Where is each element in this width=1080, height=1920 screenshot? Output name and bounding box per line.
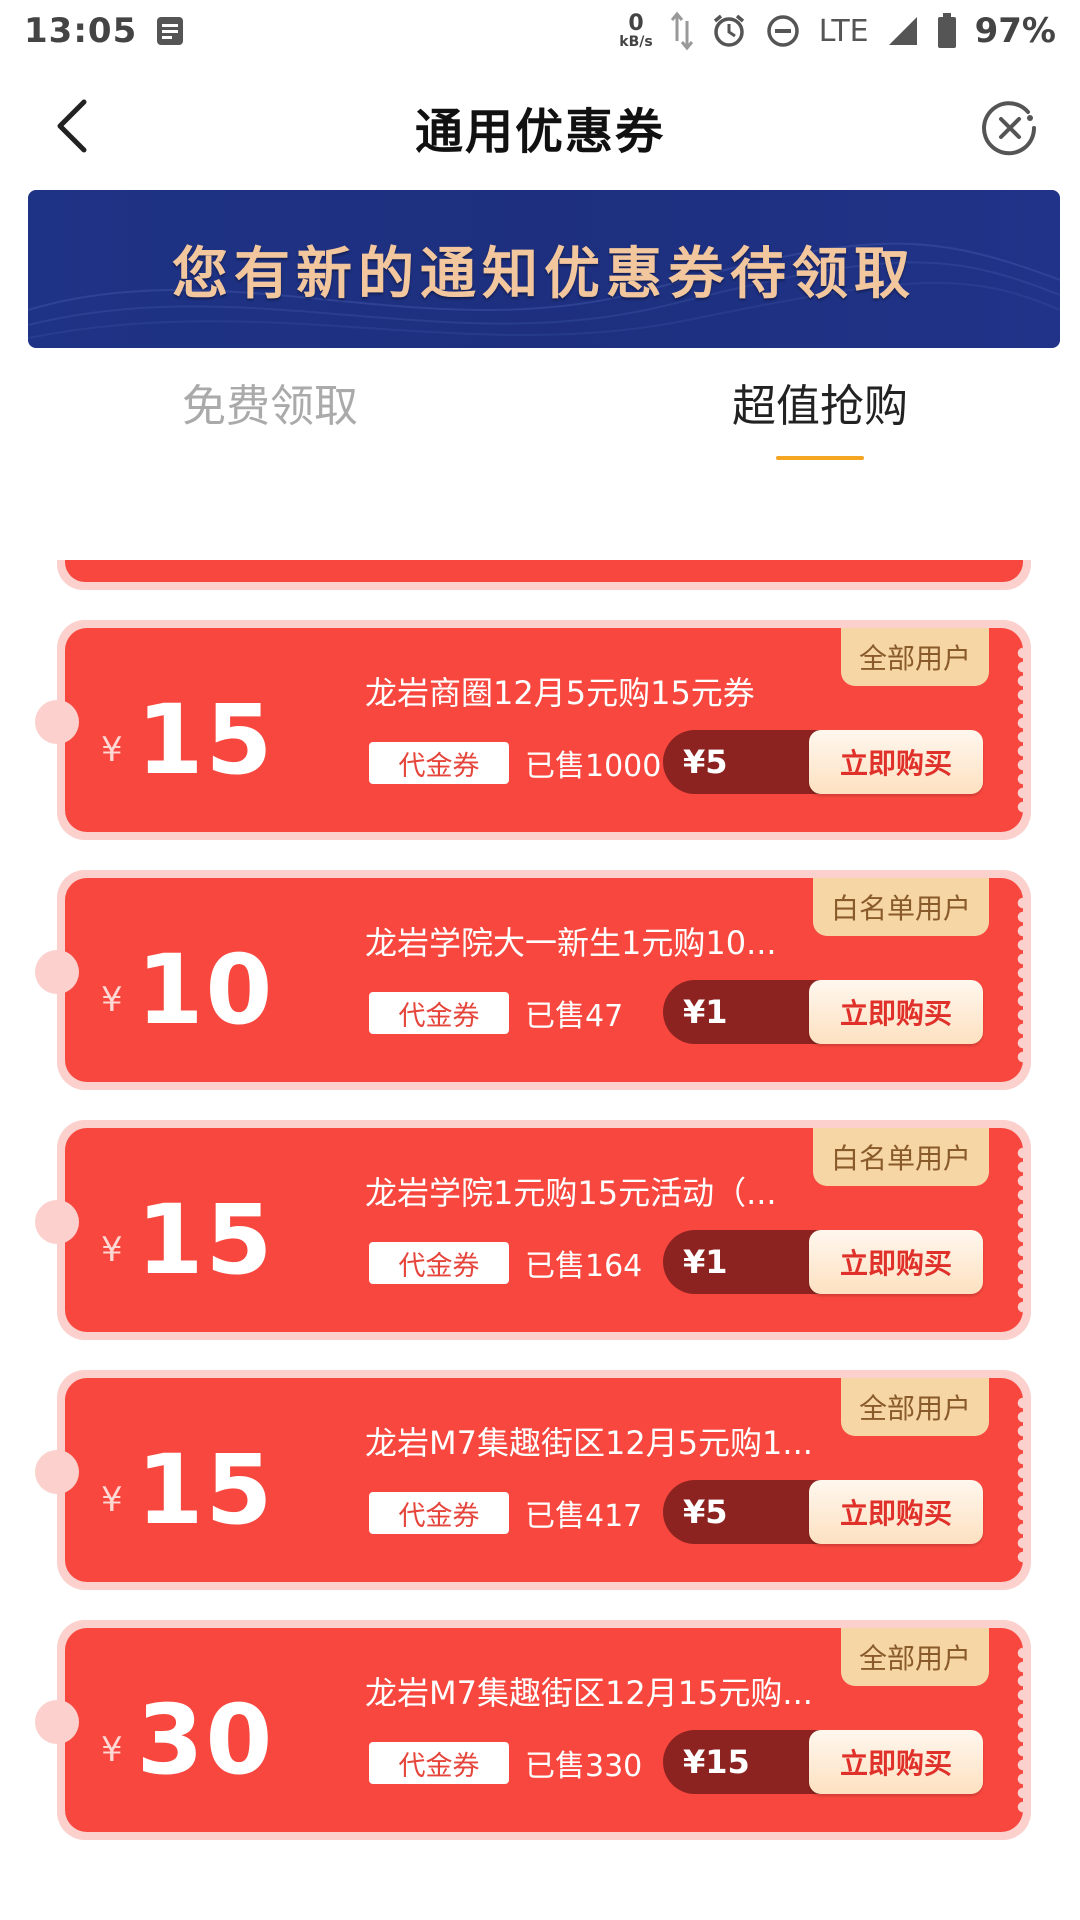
price-value: ¥15: [683, 1743, 750, 1781]
coupon-notch: [35, 700, 79, 744]
close-icon: [982, 101, 1037, 156]
coupon-card-body: 全部用户 ¥ 15 龙岩商圈12月5元购15元券 代金券 已售1000 ¥5 立…: [65, 628, 1023, 832]
currency-symbol: ¥: [101, 1480, 123, 1520]
buy-now-button[interactable]: 立即购买: [809, 980, 983, 1044]
scallop-edge: [1013, 1646, 1023, 1814]
alarm-icon: [711, 13, 747, 49]
coupon-notch: [35, 950, 79, 994]
coupon-amount: ¥ 15: [101, 1178, 274, 1288]
price-pill: ¥5 立即购买: [663, 1480, 983, 1544]
coupon-card-body: 全部用户 ¥ 15 龙岩M7集趣街区12月5元购1... 代金券 已售417 ¥…: [65, 1378, 1023, 1582]
coupon-amount: ¥ 15: [101, 1428, 274, 1538]
amount-value: 15: [136, 684, 275, 796]
coupon-title: 龙岩学院1元购15元活动（...: [365, 1174, 777, 1212]
back-arrow-icon: [57, 99, 87, 153]
price-value: ¥5: [683, 743, 728, 781]
amount-value: 10: [136, 934, 275, 1046]
banner-text: 您有新的通知优惠券待领取: [172, 240, 916, 307]
coupon-amount: ¥ 15: [101, 678, 274, 788]
coupon-type-badge: 代金券: [369, 1492, 509, 1534]
status-left: 13:05: [24, 11, 185, 51]
coupon-card-body: 白名单用户 ¥ 10 龙岩学院大一新生1元购10... 代金券 已售47 ¥1 …: [65, 878, 1023, 1082]
price-value: ¥1: [683, 993, 728, 1031]
notification-banner[interactable]: 您有新的通知优惠券待领取: [28, 190, 1060, 348]
currency-symbol: ¥: [101, 730, 123, 770]
scallop-edge: [1013, 896, 1023, 1064]
currency-symbol: ¥: [101, 1730, 123, 1770]
coupon-card-partial-body: [65, 560, 1023, 582]
sold-count: 已售330: [525, 1749, 643, 1784]
status-right: 0 kB/s LTE 97%: [619, 11, 1056, 51]
coupon-card-body: 白名单用户 ¥ 15 龙岩学院1元购15元活动（... 代金券 已售164 ¥1…: [65, 1128, 1023, 1332]
price-pill: ¥5 立即购买: [663, 730, 983, 794]
net-speed-value: 0: [628, 11, 644, 36]
signal-icon: [887, 15, 919, 47]
tab-label: 免费领取: [182, 381, 358, 432]
tab-label: 超值抢购: [732, 381, 908, 432]
price-value: ¥1: [683, 1243, 728, 1281]
user-scope-tag: 全部用户: [840, 1628, 989, 1686]
coupon-card[interactable]: 白名单用户 ¥ 15 龙岩学院1元购15元活动（... 代金券 已售164 ¥1…: [35, 1120, 1031, 1340]
sold-count: 已售417: [525, 1499, 643, 1534]
user-scope-tag: 全部用户: [840, 628, 989, 686]
buy-now-button[interactable]: 立即购买: [809, 1230, 983, 1294]
user-scope-tag: 全部用户: [840, 1378, 989, 1436]
do-not-disturb-icon: [765, 13, 801, 49]
coupon-type-badge: 代金券: [369, 992, 509, 1034]
scallop-edge: [1013, 646, 1023, 814]
scallop-edge: [1013, 1396, 1023, 1564]
buy-now-button[interactable]: 立即购买: [809, 730, 983, 794]
coupon-card-partial: [57, 560, 1031, 590]
coupon-card[interactable]: 白名单用户 ¥ 10 龙岩学院大一新生1元购10... 代金券 已售47 ¥1 …: [35, 870, 1031, 1090]
back-button[interactable]: [40, 94, 104, 158]
scallop-edge: [1013, 1146, 1023, 1314]
coupon-type-badge: 代金券: [369, 1242, 509, 1284]
active-tab-indicator: [776, 456, 864, 460]
sold-count: 已售47: [525, 999, 624, 1034]
price-pill: ¥1 立即购买: [663, 1230, 983, 1294]
coupon-card[interactable]: 全部用户 ¥ 15 龙岩M7集趣街区12月5元购1... 代金券 已售417 ¥…: [35, 1370, 1031, 1590]
coupon-card[interactable]: 全部用户 ¥ 15 龙岩商圈12月5元购15元券 代金券 已售1000 ¥5 立…: [35, 620, 1031, 840]
coupon-card-body: 全部用户 ¥ 30 龙岩M7集趣街区12月15元购... 代金券 已售330 ¥…: [65, 1628, 1023, 1832]
coupon-notch: [35, 1200, 79, 1244]
net-speed-unit: kB/s: [619, 34, 653, 50]
app-header: 通用优惠券: [0, 72, 1080, 182]
tab-bar: 免费领取 超值抢购: [0, 370, 1080, 460]
buy-now-button[interactable]: 立即购买: [809, 1730, 983, 1794]
battery-percent: 97%: [974, 11, 1056, 51]
data-transfer-icon: [670, 11, 693, 51]
currency-symbol: ¥: [101, 1230, 123, 1270]
close-button[interactable]: [980, 98, 1040, 158]
coupon-notch: [35, 1700, 79, 1744]
amount-value: 15: [136, 1184, 275, 1296]
coupon-amount: ¥ 30: [101, 1678, 274, 1788]
coupon-type-badge: 代金券: [369, 1742, 509, 1784]
coupon-type-badge: 代金券: [369, 742, 509, 784]
notification-icon: [155, 15, 185, 47]
coupon-card[interactable]: 全部用户 ¥ 30 龙岩M7集趣街区12月15元购... 代金券 已售330 ¥…: [35, 1620, 1031, 1840]
buy-now-button[interactable]: 立即购买: [809, 1480, 983, 1544]
coupon-notch: [35, 1450, 79, 1494]
amount-value: 15: [136, 1434, 275, 1546]
coupon-amount: ¥ 10: [101, 928, 274, 1038]
coupon-title: 龙岩商圈12月5元购15元券: [365, 674, 755, 712]
price-pill: ¥1 立即购买: [663, 980, 983, 1044]
network-type: LTE: [818, 13, 869, 49]
sold-count: 已售164: [525, 1249, 643, 1284]
coupon-title: 龙岩M7集趣街区12月5元购1...: [365, 1424, 813, 1462]
price-value: ¥5: [683, 1493, 728, 1531]
coupon-title: 龙岩学院大一新生1元购10...: [365, 924, 777, 962]
status-time: 13:05: [24, 11, 138, 51]
net-speed: 0 kB/s: [619, 11, 653, 50]
tab-flash-sale[interactable]: 超值抢购: [680, 370, 960, 460]
coupon-title: 龙岩M7集趣街区12月15元购...: [365, 1674, 813, 1712]
battery-icon: [937, 13, 957, 49]
tab-free-claim[interactable]: 免费领取: [130, 370, 410, 460]
sold-count: 已售1000: [525, 749, 662, 784]
price-pill: ¥15 立即购买: [663, 1730, 983, 1794]
currency-symbol: ¥: [101, 980, 123, 1020]
amount-value: 30: [136, 1684, 275, 1796]
status-bar: 13:05 0 kB/s LTE 97%: [0, 0, 1080, 62]
page-title: 通用优惠券: [414, 104, 665, 160]
